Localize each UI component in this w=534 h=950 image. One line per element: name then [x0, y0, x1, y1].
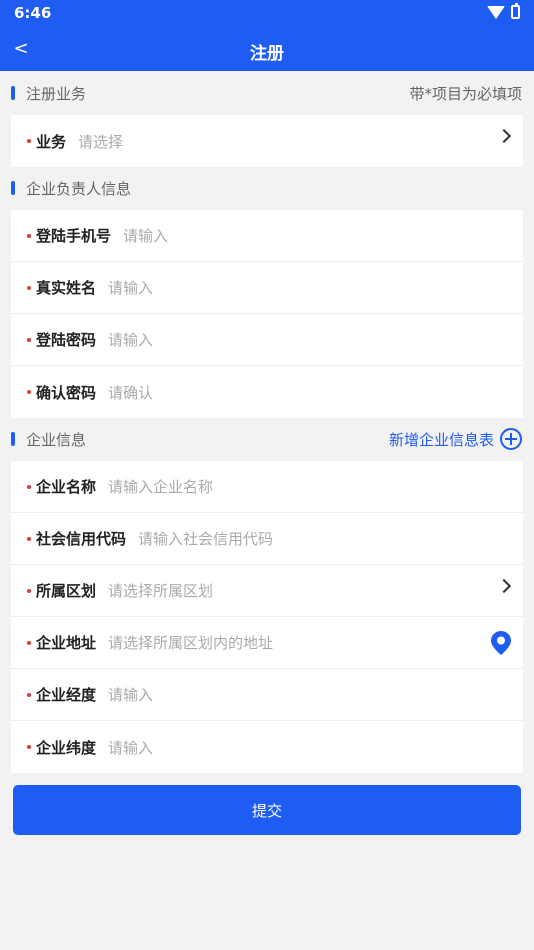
field-label: 登陆密码: [36, 331, 97, 349]
field-label: 企业名称: [36, 478, 97, 496]
credit-code-input[interactable]: 请输入社会信用代码: [138, 528, 273, 549]
required-dot: [27, 139, 31, 143]
password-input[interactable]: 请输入: [108, 329, 153, 350]
app-header: 6:46 < 注册: [0, 0, 534, 71]
confirm-password-input[interactable]: 请确认: [108, 382, 153, 403]
field-label: 登陆手机号: [36, 227, 112, 245]
wifi-icon: [487, 5, 505, 19]
submit-button[interactable]: 提交: [13, 785, 521, 835]
name-field-row[interactable]: 真实姓名 请输入: [11, 262, 523, 314]
plus-circle-icon: [500, 428, 522, 450]
latitude-field-row[interactable]: 企业纬度 请输入: [11, 721, 523, 773]
section-marker: [11, 432, 15, 446]
section-title: 企业负责人信息: [26, 179, 132, 198]
business-card: 业务 请选择: [11, 115, 523, 167]
required-dot: [27, 589, 31, 593]
credit-code-field-row[interactable]: 社会信用代码 请输入社会信用代码: [11, 513, 523, 565]
field-label: 社会信用代码: [36, 530, 127, 548]
status-icons: [487, 3, 520, 19]
section-marker: [11, 86, 15, 100]
field-label: 企业纬度: [36, 738, 97, 757]
status-bar: 6:46: [0, 0, 534, 28]
battery-icon: [511, 3, 520, 19]
password-field-row[interactable]: 登陆密码 请输入: [11, 314, 523, 366]
required-dot: [27, 641, 31, 645]
business-select-row[interactable]: 业务 请选择: [11, 115, 523, 167]
field-label: 企业地址: [36, 634, 97, 652]
required-dot: [27, 390, 31, 394]
required-dot: [27, 338, 31, 342]
longitude-input[interactable]: 请输入: [108, 684, 153, 705]
section-header-owner: 企业负责人信息: [0, 166, 534, 210]
name-input[interactable]: 请输入: [108, 277, 153, 298]
field-label: 真实姓名: [36, 279, 97, 297]
field-label: 所属区划: [36, 582, 97, 600]
section-title: 企业信息: [26, 430, 87, 449]
phone-input[interactable]: 请输入: [123, 225, 168, 246]
add-company-info-label: 新增企业信息表: [388, 430, 494, 449]
status-time: 6:46: [14, 4, 52, 22]
chevron-right-icon: [496, 578, 512, 594]
section-title: 注册业务: [26, 84, 87, 103]
location-pin-icon[interactable]: [491, 631, 511, 655]
required-note: 带*项目为必填项: [409, 84, 522, 103]
field-label: 企业经度: [36, 686, 97, 704]
phone-field-row[interactable]: 登陆手机号 请输入: [11, 210, 523, 262]
required-dot: [27, 693, 31, 697]
field-label: 确认密码: [36, 383, 97, 402]
chevron-right-icon: [496, 128, 512, 144]
region-select-row[interactable]: 所属区划 请选择所属区划: [11, 565, 523, 617]
required-dot: [27, 537, 31, 541]
longitude-field-row[interactable]: 企业经度 请输入: [11, 669, 523, 721]
required-dot: [27, 286, 31, 290]
address-input[interactable]: 请选择所属区划内的地址: [108, 632, 273, 653]
company-name-input[interactable]: 请输入企业名称: [108, 476, 213, 497]
business-select[interactable]: 请选择: [78, 131, 123, 152]
owner-card: 登陆手机号 请输入 真实姓名 请输入 登陆密码 请输入 确认密码 请确认: [11, 210, 523, 418]
section-marker: [11, 181, 15, 195]
field-label: 业务: [36, 132, 67, 151]
required-dot: [27, 234, 31, 238]
company-card: 企业名称 请输入企业名称 社会信用代码 请输入社会信用代码 所属区划 请选择所属…: [11, 461, 523, 773]
company-name-field-row[interactable]: 企业名称 请输入企业名称: [11, 461, 523, 513]
region-select[interactable]: 请选择所属区划: [108, 580, 213, 601]
required-dot: [27, 485, 31, 489]
section-header-business: 注册业务 带*项目为必填项: [0, 71, 534, 115]
confirm-password-field-row[interactable]: 确认密码 请确认: [11, 366, 523, 418]
add-company-info-button[interactable]: 新增企业信息表: [389, 428, 522, 450]
latitude-input[interactable]: 请输入: [108, 737, 153, 758]
page-title: 注册: [250, 44, 284, 64]
address-field-row[interactable]: 企业地址 请选择所属区划内的地址: [11, 617, 523, 669]
required-dot: [27, 745, 31, 749]
section-header-company: 企业信息 新增企业信息表: [0, 417, 534, 461]
